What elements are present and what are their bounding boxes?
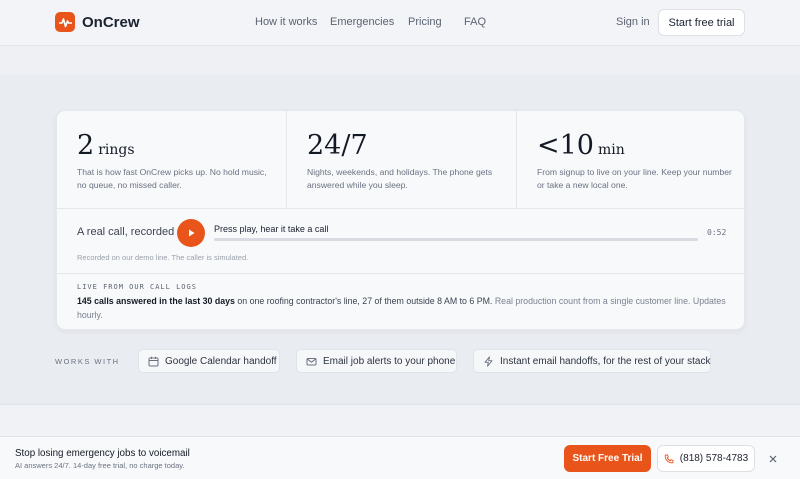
cta-bar-title: Stop losing emergency jobs to voicemail (15, 448, 190, 459)
close-bar-button[interactable] (766, 452, 780, 466)
stat-description: Nights, weekends, and holidays. The phon… (307, 167, 493, 190)
play-icon (188, 229, 194, 237)
demo-note: Recorded on our demo line. The caller is… (77, 253, 249, 262)
cta-bar-subtitle: AI answers 24/7. 14-day free trial, no c… (15, 461, 185, 470)
nav-pricing[interactable]: Pricing (408, 16, 442, 28)
phone-number: (818) 578-4783 (679, 453, 749, 464)
integration-chip-email-handoffs[interactable]: Instant email handoffs, for the rest of … (473, 349, 711, 373)
next-section-band (0, 404, 800, 436)
divider (57, 273, 746, 274)
integration-chip-calendar[interactable]: Google Calendar handoff (138, 349, 280, 373)
chip-label: Google Calendar handoff (165, 355, 277, 367)
audio-progress-track[interactable] (214, 238, 698, 241)
stats-card: 2 rings That is how fast OnCrew picks up.… (56, 110, 746, 330)
brand-logo[interactable]: OnCrew (55, 12, 140, 32)
audio-title: Press play, hear it take a call (214, 224, 329, 234)
demo-label: A real call, recorded (77, 226, 175, 238)
divider (57, 208, 746, 209)
chip-label: Instant email handoffs, for the rest of … (500, 355, 711, 367)
live-logs-text: 145 calls answered in the last 30 days o… (77, 296, 726, 320)
brand-name: OnCrew (82, 13, 140, 31)
start-free-trial-button[interactable]: Start Free Trial (564, 445, 651, 472)
chip-label: Email job alerts to your phone (323, 355, 456, 367)
bolt-icon (484, 355, 493, 367)
call-phone-button[interactable]: (818) 578-4783 (657, 445, 755, 472)
stat-description: That is how fast OnCrew picks up. No hol… (77, 167, 267, 190)
stat-availability: 24/7 Nights, weekends, and holidays. The… (287, 111, 516, 208)
pulse-icon (55, 12, 75, 32)
close-icon (769, 455, 777, 463)
sticky-cta-bar: Stop losing emergency jobs to voicemail … (0, 436, 800, 479)
site-header: OnCrew How it works Emergencies Pricing … (0, 0, 800, 46)
stat-rings: 2 rings That is how fast OnCrew picks up.… (57, 111, 286, 208)
stat-description: From signup to live on your line. Keep y… (537, 167, 732, 190)
nav-faq[interactable]: FAQ (464, 16, 486, 28)
stat-value: <10 min (537, 130, 625, 161)
hero-band (0, 46, 800, 75)
mail-icon (306, 357, 317, 365)
nav-emergencies[interactable]: Emergencies (330, 16, 394, 28)
stat-setup-time: <10 min From signup to live on your line.… (517, 111, 746, 208)
stat-value: 24/7 (307, 130, 368, 161)
stat-value: 2 rings (77, 130, 135, 161)
live-logs-label: LIVE FROM OUR CALL LOGS (77, 283, 197, 291)
start-trial-button[interactable]: Start free trial (658, 9, 745, 36)
integration-chip-email-alerts[interactable]: Email job alerts to your phone (296, 349, 457, 373)
phone-icon (664, 454, 674, 463)
calendar-icon (148, 356, 159, 366)
works-with-label: WORKS WITH (55, 357, 120, 366)
nav-how-it-works[interactable]: How it works (255, 16, 317, 28)
play-button[interactable] (177, 219, 205, 247)
audio-duration: 0:52 (707, 228, 727, 237)
sign-in-link[interactable]: Sign in (616, 16, 650, 28)
